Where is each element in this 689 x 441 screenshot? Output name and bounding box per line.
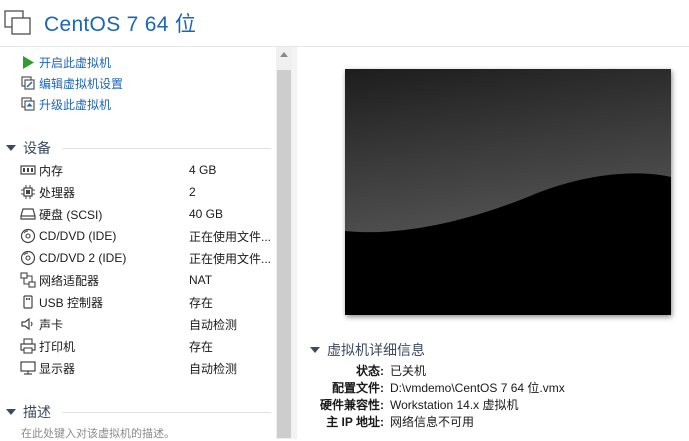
collapse-triangle-icon bbox=[6, 409, 16, 415]
device-name: 处理器 bbox=[39, 185, 76, 200]
device-name: CD/DVD (IDE) bbox=[39, 229, 117, 243]
device-name: 打印机 bbox=[39, 339, 76, 354]
scroll-up-arrow-icon[interactable] bbox=[280, 52, 288, 57]
detail-value: D:\vmdemo\CentOS 7 64 位.vmx bbox=[390, 381, 565, 395]
device-row-cd-dvd[interactable]: CD/DVD (IDE) 正在使用文件... bbox=[20, 226, 275, 246]
device-value: 存在 bbox=[189, 339, 214, 354]
upgrade-icon bbox=[21, 97, 35, 111]
device-value: 4 GB bbox=[189, 163, 217, 177]
cpu-icon bbox=[20, 184, 36, 200]
printer-icon bbox=[20, 338, 36, 354]
scrollbar-thumb[interactable] bbox=[277, 70, 291, 438]
hard-disk-icon bbox=[20, 206, 36, 222]
vm-details-heading: 虚拟机详细信息 bbox=[327, 342, 425, 358]
device-row-sound-card[interactable]: 声卡 自动检测 bbox=[20, 314, 275, 334]
cd-dvd-icon bbox=[20, 250, 36, 266]
description-divider bbox=[62, 412, 271, 413]
device-value: 40 GB bbox=[189, 207, 224, 221]
vm-title: CentOS 7 64 位 bbox=[44, 13, 197, 36]
vm-screen-thumbnail[interactable] bbox=[345, 69, 671, 315]
device-name: 硬盘 (SCSI) bbox=[39, 207, 103, 222]
device-name: USB 控制器 bbox=[39, 295, 104, 310]
detail-key: 主 IP 地址: bbox=[326, 415, 384, 429]
device-value: 自动检测 bbox=[189, 317, 238, 332]
vm-details-section-header[interactable]: 虚拟机详细信息 bbox=[310, 341, 425, 359]
edit-settings-action[interactable]: 编辑虚拟机设置 bbox=[21, 74, 123, 92]
upgrade-label: 升级此虚拟机 bbox=[39, 97, 112, 112]
devices-divider bbox=[62, 148, 271, 149]
device-name: 声卡 bbox=[39, 317, 64, 332]
collapse-triangle-icon bbox=[6, 145, 16, 151]
device-name: 网络适配器 bbox=[39, 273, 100, 288]
power-on-label: 开启此虚拟机 bbox=[39, 55, 112, 70]
device-value: NAT bbox=[189, 273, 213, 287]
device-value: 正在使用文件... bbox=[189, 251, 272, 266]
device-name: 显示器 bbox=[39, 361, 76, 376]
detail-value: 网络信息不可用 bbox=[390, 415, 475, 429]
collapse-triangle-icon bbox=[310, 347, 320, 353]
vm-screen-preview-graphic bbox=[345, 69, 671, 315]
device-value: 自动检测 bbox=[189, 361, 238, 376]
play-icon bbox=[21, 55, 35, 69]
device-row-memory[interactable]: 内存 4 GB bbox=[20, 160, 275, 180]
memory-icon bbox=[20, 162, 36, 178]
description-heading: 描述 bbox=[23, 404, 51, 420]
device-row-network[interactable]: 网络适配器 NAT bbox=[20, 270, 275, 290]
vm-header: CentOS 7 64 位 bbox=[0, 0, 689, 46]
detail-row-status: 状态: 已关机 bbox=[300, 362, 689, 379]
description-section-header[interactable]: 描述 bbox=[6, 403, 51, 421]
device-value: 2 bbox=[189, 185, 196, 199]
device-row-usb[interactable]: USB 控制器 存在 bbox=[20, 292, 275, 312]
device-name: CD/DVD 2 (IDE) bbox=[39, 251, 127, 265]
detail-key: 配置文件: bbox=[332, 381, 384, 395]
sound-card-icon bbox=[20, 316, 36, 332]
cd-dvd-icon bbox=[20, 228, 36, 244]
detail-key: 硬件兼容性: bbox=[320, 398, 384, 412]
power-on-action[interactable]: 开启此虚拟机 bbox=[21, 53, 111, 71]
detail-row-hardware-compat: 硬件兼容性: Workstation 14.x 虚拟机 bbox=[300, 396, 689, 413]
detail-value: Workstation 14.x 虚拟机 bbox=[390, 398, 519, 412]
device-row-cd-dvd-2[interactable]: CD/DVD 2 (IDE) 正在使用文件... bbox=[20, 248, 275, 268]
device-row-printer[interactable]: 打印机 存在 bbox=[20, 336, 275, 356]
network-adapter-icon bbox=[20, 272, 36, 288]
detail-value: 已关机 bbox=[390, 364, 427, 378]
edit-settings-label: 编辑虚拟机设置 bbox=[39, 76, 124, 91]
devices-heading: 设备 bbox=[23, 140, 51, 156]
usb-icon bbox=[20, 294, 36, 310]
device-value: 存在 bbox=[189, 295, 214, 310]
upgrade-action[interactable]: 升级此虚拟机 bbox=[21, 95, 111, 113]
device-row-processor[interactable]: 处理器 2 bbox=[20, 182, 275, 202]
detail-key: 状态: bbox=[356, 364, 384, 378]
device-name: 内存 bbox=[39, 163, 64, 178]
device-row-hard-disk[interactable]: 硬盘 (SCSI) 40 GB bbox=[20, 204, 275, 224]
devices-section-header[interactable]: 设备 bbox=[6, 139, 51, 157]
virtual-machine-icon bbox=[4, 10, 32, 36]
display-icon bbox=[20, 360, 36, 376]
detail-row-ip-address: 主 IP 地址: 网络信息不可用 bbox=[300, 413, 689, 430]
device-value: 正在使用文件... bbox=[189, 229, 272, 244]
device-row-display[interactable]: 显示器 自动检测 bbox=[20, 358, 275, 378]
detail-row-config-file: 配置文件: D:\vmdemo\CentOS 7 64 位.vmx bbox=[300, 379, 689, 396]
edit-settings-icon bbox=[21, 76, 35, 90]
